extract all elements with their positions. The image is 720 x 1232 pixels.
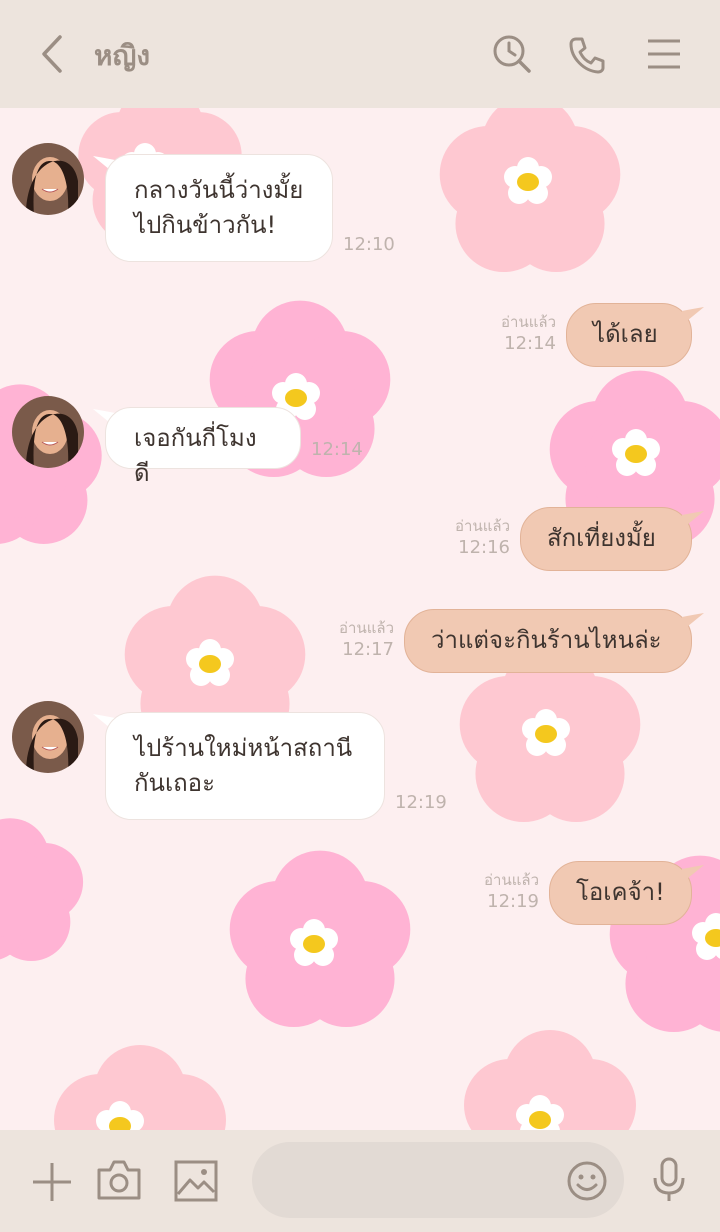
read-receipt: อ่านแล้ว [339, 619, 394, 637]
message-text-line: ไปร้านใหม่หน้าสถานี [134, 734, 353, 762]
message-time: 12:16 [458, 537, 510, 558]
read-receipt: อ่านแล้ว [455, 517, 510, 535]
message-time: 12:17 [342, 639, 394, 660]
chat-header: หญิง [0, 0, 720, 108]
message-bubble-incoming[interactable]: ไปร้านใหม่หน้าสถานี กันเถอะ [105, 712, 385, 820]
plus-icon[interactable] [30, 1160, 74, 1204]
message-time: 12:14 [311, 439, 363, 460]
message-time: 12:19 [487, 891, 539, 912]
bubble-tail [682, 613, 704, 631]
message-text: สักเที่ยงมั้ย [547, 524, 656, 552]
avatar[interactable] [12, 396, 84, 468]
avatar[interactable] [12, 143, 84, 215]
message-text-line: กลางวันนี้ว่างมั้ย [134, 176, 304, 204]
message-bubble-outgoing[interactable]: สักเที่ยงมั้ย [520, 507, 692, 571]
message-bubble-outgoing[interactable]: ได้เลย [566, 303, 692, 367]
bubble-tail [682, 865, 704, 883]
message-time: 12:19 [395, 792, 447, 813]
message-meta: อ่านแล้ว 12:19 [453, 870, 539, 914]
avatar[interactable] [12, 701, 84, 773]
emoji-icon[interactable] [566, 1160, 608, 1202]
read-receipt: อ่านแล้ว [501, 313, 556, 331]
search-history-icon[interactable] [492, 34, 532, 74]
microphone-icon[interactable] [650, 1156, 688, 1204]
message-time: 12:14 [504, 333, 556, 354]
input-bar [0, 1130, 720, 1232]
menu-icon[interactable] [646, 38, 682, 70]
message-text: ได้เลย [593, 320, 658, 348]
read-receipt: อ่านแล้ว [484, 871, 539, 889]
message-meta: อ่านแล้ว 12:16 [424, 516, 510, 560]
message-meta: อ่านแล้ว 12:14 [470, 312, 556, 356]
message-text-line: ไปกินข้าวกัน! [134, 211, 277, 239]
back-arrow-icon[interactable] [36, 34, 70, 74]
camera-icon[interactable] [96, 1158, 142, 1202]
chat-area[interactable]: กลางวันนี้ว่างมั้ย ไปกินข้าวกัน! 12:10 อ… [0, 108, 720, 1130]
message-text: ว่าแต่จะกินร้านไหนล่ะ [431, 626, 662, 654]
message-text: โอเคจ้า! [576, 878, 665, 906]
phone-icon[interactable] [568, 36, 606, 74]
message-text-line: เจอกันกี่โมงดี [134, 424, 257, 487]
message-time: 12:10 [343, 234, 395, 255]
image-icon[interactable] [174, 1160, 218, 1202]
message-text-line: กันเถอะ [134, 769, 215, 797]
bubble-tail [682, 511, 704, 529]
message-meta: อ่านแล้ว 12:17 [308, 618, 394, 662]
bubble-tail [682, 307, 704, 325]
chat-title: หญิง [94, 39, 150, 72]
message-bubble-outgoing[interactable]: โอเคจ้า! [549, 861, 692, 925]
message-bubble-incoming[interactable]: กลางวันนี้ว่างมั้ย ไปกินข้าวกัน! [105, 154, 333, 262]
message-bubble-incoming[interactable]: เจอกันกี่โมงดี [105, 407, 301, 487]
message-bubble-outgoing[interactable]: ว่าแต่จะกินร้านไหนล่ะ [404, 609, 692, 673]
